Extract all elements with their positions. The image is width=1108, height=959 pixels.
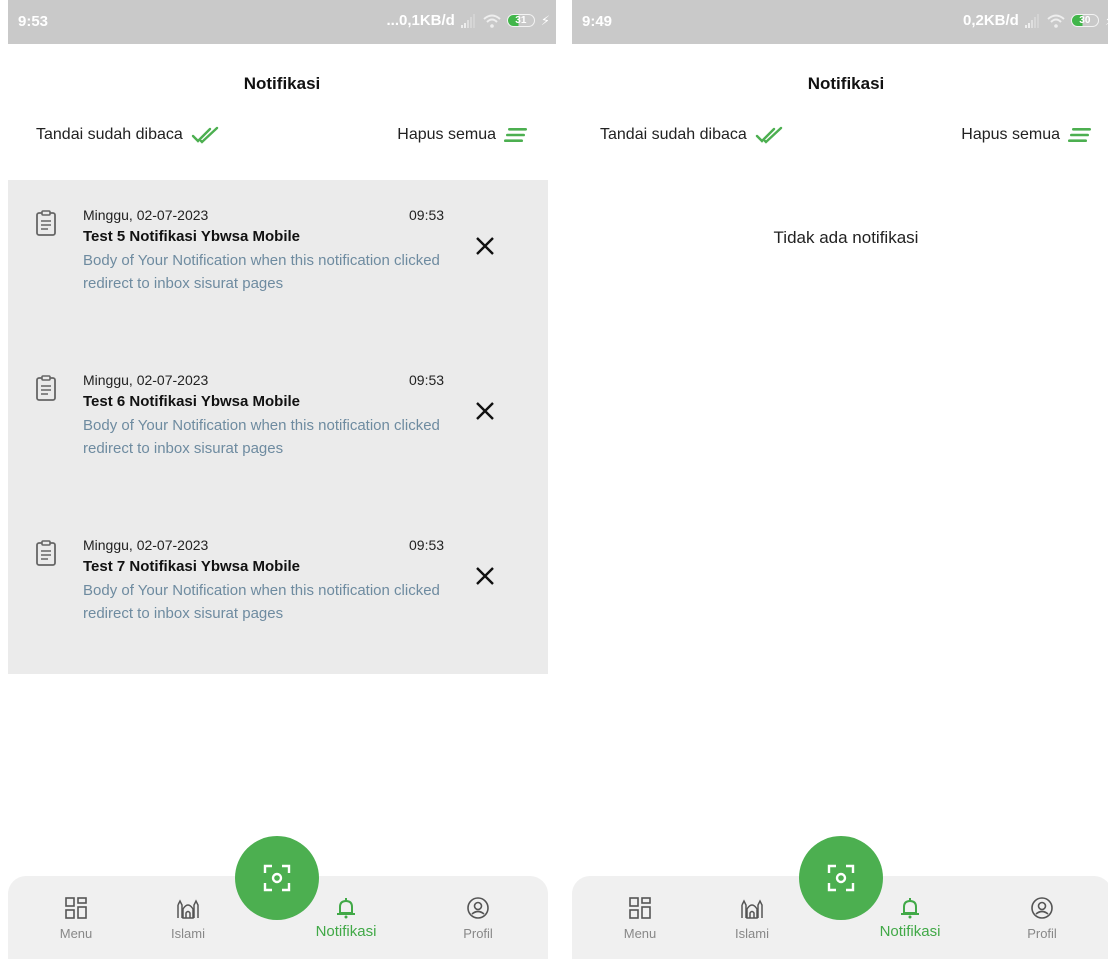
mark-all-read-label: Tandai sudah dibaca	[36, 126, 183, 143]
notifications-screen-empty: 9:49 0,2KB/d 30 ⚡ Notifikasi Tandai suda…	[572, 0, 1108, 959]
nav-label-profil: Profil	[463, 926, 493, 941]
status-bar: 9:53 ...0,1KB/d 31 ⚡	[8, 0, 556, 44]
nav-label-islami: Islami	[171, 926, 205, 941]
notification-item[interactable]: Minggu, 02-07-2023 09:53 Test 6 Notifika…	[8, 345, 548, 495]
notification-item[interactable]: Minggu, 02-07-2023 09:53 Test 5 Notifika…	[8, 180, 548, 330]
notification-body: Body of Your Notification when this noti…	[83, 417, 440, 457]
delete-all-button[interactable]: Hapus semua	[961, 126, 1092, 144]
notification-date: Minggu, 02-07-2023	[83, 537, 209, 553]
notification-list: Minggu, 02-07-2023 09:53 Test 5 Notifika…	[8, 180, 548, 674]
nav-item-islami[interactable]: Islami	[138, 896, 238, 941]
scan-button[interactable]	[235, 836, 319, 920]
double-check-icon	[755, 126, 782, 144]
nav-item-profil[interactable]: Profil	[992, 896, 1092, 941]
profile-icon	[1031, 897, 1053, 919]
network-speed: 0,2KB/d	[963, 12, 1019, 29]
network-speed: ...0,1KB/d	[386, 12, 455, 29]
clipboard-icon	[36, 375, 56, 401]
notification-actions: Tandai sudah dibaca Hapus semua	[600, 126, 1092, 144]
grid-icon	[65, 897, 87, 919]
notification-title: Test 5 Notifikasi Ybwsa Mobile	[83, 228, 301, 245]
status-bar: 9:49 0,2KB/d 30 ⚡	[572, 0, 1108, 44]
nav-item-islami[interactable]: Islami	[702, 896, 802, 941]
clear-all-icon	[504, 128, 527, 142]
nav-item-profil[interactable]: Profil	[428, 896, 528, 941]
close-icon[interactable]	[471, 232, 499, 260]
profile-icon	[467, 897, 489, 919]
nav-item-menu[interactable]: Menu	[590, 896, 690, 941]
notification-body: Body of Your Notification when this noti…	[83, 252, 440, 292]
page-title: Notifikasi	[243, 74, 321, 93]
signal-icon	[1024, 13, 1041, 28]
double-check-icon	[191, 126, 218, 144]
status-indicators: ...0,1KB/d 31 ⚡	[387, 12, 551, 29]
clear-all-icon	[1068, 128, 1091, 142]
page-title: Notifikasi	[807, 74, 885, 93]
grid-icon	[629, 897, 651, 919]
wifi-icon	[483, 14, 501, 28]
notification-time: 09:53	[409, 207, 445, 223]
battery-icon: 31	[506, 14, 535, 27]
mosque-icon	[177, 899, 199, 919]
delete-all-label: Hapus semua	[961, 126, 1060, 143]
nav-item-menu[interactable]: Menu	[26, 896, 126, 941]
close-icon[interactable]	[471, 397, 499, 425]
clipboard-icon	[36, 540, 56, 566]
mark-all-read-label: Tandai sudah dibaca	[600, 126, 747, 143]
notification-date: Minggu, 02-07-2023	[83, 207, 209, 223]
status-time: 9:49	[582, 13, 613, 30]
bell-icon	[901, 898, 919, 919]
scan-button[interactable]	[799, 836, 883, 920]
notification-time: 09:53	[409, 372, 445, 388]
nav-label-islami: Islami	[735, 926, 769, 941]
nav-label-notifikasi: Notifikasi	[879, 923, 941, 940]
notification-date: Minggu, 02-07-2023	[83, 372, 209, 388]
notification-title: Test 7 Notifikasi Ybwsa Mobile	[83, 558, 301, 575]
wifi-icon	[1047, 14, 1065, 28]
delete-all-label: Hapus semua	[397, 126, 496, 143]
mark-all-read-button[interactable]: Tandai sudah dibaca	[36, 126, 221, 144]
empty-state-message: Tidak ada notifikasi	[773, 228, 919, 247]
nav-label-profil: Profil	[1027, 926, 1057, 941]
notification-time: 09:53	[409, 537, 445, 553]
signal-icon	[460, 13, 477, 28]
delete-all-button[interactable]: Hapus semua	[397, 126, 528, 144]
nav-label-menu: Menu	[623, 926, 657, 941]
notification-item[interactable]: Minggu, 02-07-2023 09:53 Test 7 Notifika…	[8, 510, 548, 660]
close-icon[interactable]	[471, 562, 499, 590]
notification-actions: Tandai sudah dibaca Hapus semua	[36, 126, 528, 144]
notification-title: Test 6 Notifikasi Ybwsa Mobile	[83, 393, 301, 410]
scan-icon	[827, 864, 855, 892]
nav-label-menu: Menu	[59, 926, 93, 941]
status-indicators: 0,2KB/d 30 ⚡	[963, 12, 1108, 29]
mosque-icon	[741, 899, 763, 919]
notifications-screen-with-items: 9:53 ...0,1KB/d 31 ⚡ Notifikasi Tandai s…	[8, 0, 556, 959]
notification-body: Body of Your Notification when this noti…	[83, 582, 440, 622]
scan-icon	[263, 864, 291, 892]
charging-icon: ⚡	[540, 12, 550, 28]
clipboard-icon	[36, 210, 56, 236]
mark-all-read-button[interactable]: Tandai sudah dibaca	[600, 126, 785, 144]
battery-icon: 30	[1070, 14, 1099, 27]
bell-icon	[337, 898, 355, 919]
nav-label-notifikasi: Notifikasi	[315, 923, 377, 940]
status-time: 9:53	[18, 13, 49, 30]
